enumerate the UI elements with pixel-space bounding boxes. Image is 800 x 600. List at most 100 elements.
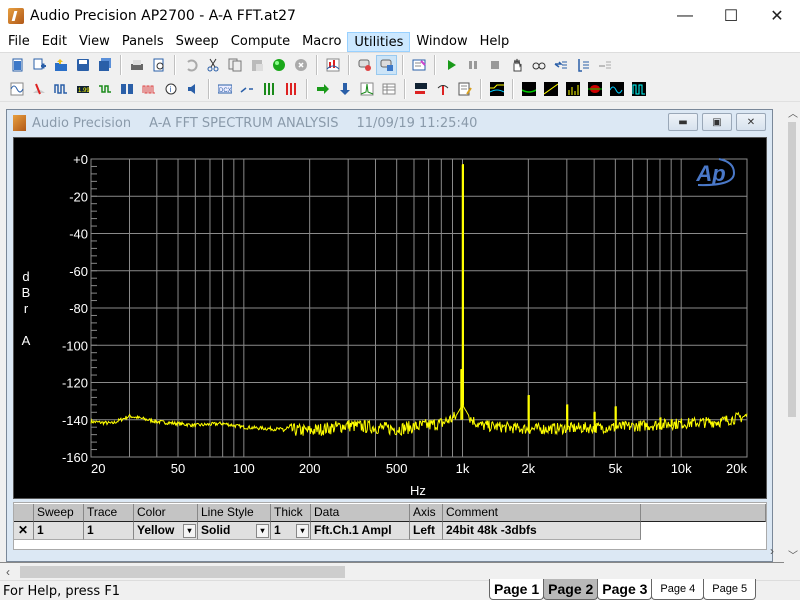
menu-compute[interactable]: Compute bbox=[225, 32, 296, 52]
print-button[interactable] bbox=[126, 55, 147, 75]
horizontal-scrollbar[interactable]: ‹ › bbox=[0, 544, 784, 579]
open-folder-button[interactable] bbox=[50, 55, 71, 75]
stop-button[interactable] bbox=[484, 55, 505, 75]
legend-header-thick[interactable]: Thick bbox=[271, 504, 311, 522]
save-button[interactable] bbox=[72, 55, 93, 75]
graph-window-titlebar[interactable]: Audio Precision A-A FFT SPECTRUM ANALYSI… bbox=[7, 110, 772, 136]
page-tab-3[interactable]: Page 3 bbox=[597, 579, 653, 600]
legend-thick[interactable]: 1 ▾ bbox=[271, 522, 311, 540]
legend-header-blank[interactable] bbox=[14, 504, 34, 522]
menu-view[interactable]: View bbox=[73, 32, 116, 52]
switcher-button[interactable] bbox=[236, 79, 257, 99]
child-minimize-button[interactable]: ▬ bbox=[668, 113, 698, 131]
legend-header-comment[interactable]: Comment bbox=[443, 504, 641, 522]
table-grid-button[interactable] bbox=[378, 79, 399, 99]
graph-6-button[interactable] bbox=[606, 79, 627, 99]
close-button[interactable]: ✕ bbox=[754, 0, 800, 31]
graph-5-button[interactable] bbox=[584, 79, 605, 99]
line-style-dropdown-icon[interactable]: ▾ bbox=[256, 524, 269, 538]
new-plus-button[interactable] bbox=[28, 55, 49, 75]
antenna-button[interactable] bbox=[432, 79, 453, 99]
legend-header-axis[interactable]: Axis bbox=[410, 504, 443, 522]
menu-panels[interactable]: Panels bbox=[116, 32, 170, 52]
save-all-button[interactable] bbox=[94, 55, 115, 75]
dcx-button[interactable]: DCX bbox=[214, 79, 235, 99]
bursts-button[interactable] bbox=[138, 79, 159, 99]
arrow-down-button[interactable] bbox=[334, 79, 355, 99]
graph-bar-button[interactable] bbox=[322, 55, 343, 75]
menu-window[interactable]: Window bbox=[410, 32, 473, 52]
legend-comment[interactable]: 24bit 48k -3dbfs bbox=[443, 522, 641, 540]
editor-button[interactable] bbox=[454, 79, 475, 99]
digital-meter-button[interactable]: 1.99 bbox=[72, 79, 93, 99]
menu-sweep[interactable]: Sweep bbox=[170, 32, 225, 52]
glasses-button[interactable] bbox=[528, 55, 549, 75]
bubble-record-button[interactable] bbox=[354, 55, 375, 75]
menu-edit[interactable]: Edit bbox=[36, 32, 73, 52]
trace-enable-checkbox[interactable]: ✕ bbox=[14, 522, 34, 540]
graph-3-button[interactable] bbox=[540, 79, 561, 99]
graph-7-button[interactable] bbox=[628, 79, 649, 99]
analyzer-sine-button[interactable] bbox=[6, 79, 27, 99]
scroll-left-icon[interactable]: ‹ bbox=[6, 565, 10, 579]
legend-trace[interactable]: 1 bbox=[84, 522, 134, 540]
page-tab-5[interactable]: Page 5 bbox=[703, 579, 757, 600]
meter-needle-button[interactable] bbox=[28, 79, 49, 99]
speaker-button[interactable] bbox=[182, 79, 203, 99]
bit-wave-button[interactable] bbox=[94, 79, 115, 99]
pause-button[interactable] bbox=[462, 55, 483, 75]
copy-button[interactable] bbox=[224, 55, 245, 75]
level-meter-button[interactable] bbox=[410, 79, 431, 99]
color-dropdown-icon[interactable]: ▾ bbox=[183, 524, 196, 538]
legend-line-style[interactable]: Solid ▾ bbox=[198, 522, 271, 540]
legend-header-color[interactable]: Color bbox=[134, 504, 198, 522]
graph-2-button[interactable] bbox=[518, 79, 539, 99]
horizontal-scroll-thumb[interactable] bbox=[20, 566, 345, 578]
arrow-right-button[interactable] bbox=[312, 79, 333, 99]
page-tab-1[interactable]: Page 1 bbox=[489, 579, 545, 600]
scroll-down-icon[interactable]: ﹀ bbox=[788, 547, 798, 562]
vertical-scrollbar[interactable]: ︿ ﹀ bbox=[784, 102, 800, 562]
undo-button[interactable] bbox=[180, 55, 201, 75]
legend-data[interactable]: Fft.Ch.1 Ampl bbox=[311, 522, 410, 540]
legend-header-data[interactable]: Data bbox=[311, 504, 410, 522]
maximize-button[interactable]: ☐ bbox=[708, 0, 754, 31]
info-gen-button[interactable]: i bbox=[160, 79, 181, 99]
vertical-scroll-thumb[interactable] bbox=[788, 122, 796, 417]
legend-header-line-style[interactable]: Line Style bbox=[198, 504, 271, 522]
play-button[interactable] bbox=[440, 55, 461, 75]
page-tab-2[interactable]: Page 2 bbox=[543, 579, 599, 600]
step-out-button[interactable] bbox=[594, 55, 615, 75]
minimize-button[interactable]: — bbox=[662, 0, 708, 31]
dual-box-button[interactable] bbox=[116, 79, 137, 99]
eq-in-button[interactable] bbox=[258, 79, 279, 99]
graph-peak-button[interactable] bbox=[356, 79, 377, 99]
page-tab-4[interactable]: Page 4 bbox=[651, 579, 705, 600]
legend-color[interactable]: Yellow ▾ bbox=[134, 522, 198, 540]
thick-dropdown-icon[interactable]: ▾ bbox=[296, 524, 309, 538]
menu-utilities[interactable]: Utilities bbox=[347, 31, 411, 52]
legend-header-sweep[interactable]: Sweep bbox=[34, 504, 84, 522]
eq-out-button[interactable] bbox=[280, 79, 301, 99]
hand-button[interactable] bbox=[506, 55, 527, 75]
legend-sweep[interactable]: 1 bbox=[34, 522, 84, 540]
bubble-panel-button[interactable] bbox=[376, 55, 397, 75]
scroll-up-icon[interactable]: ︿ bbox=[788, 105, 798, 120]
legend-header-blank[interactable] bbox=[641, 504, 766, 522]
legend-header-trace[interactable]: Trace bbox=[84, 504, 134, 522]
legend-axis[interactable]: Left bbox=[410, 522, 443, 540]
graph-4-button[interactable] bbox=[562, 79, 583, 99]
graph-1-button[interactable] bbox=[486, 79, 507, 99]
square-wave-button[interactable] bbox=[50, 79, 71, 99]
step-bracket-button[interactable] bbox=[572, 55, 593, 75]
menu-macro[interactable]: Macro bbox=[296, 32, 347, 52]
child-restore-button[interactable]: ▣ bbox=[702, 113, 732, 131]
paste-button[interactable] bbox=[246, 55, 267, 75]
scroll-right-icon[interactable]: › bbox=[770, 544, 774, 558]
menu-file[interactable]: File bbox=[2, 32, 36, 52]
settings-form-button[interactable] bbox=[408, 55, 429, 75]
menu-help[interactable]: Help bbox=[474, 32, 516, 52]
go-green-button[interactable] bbox=[268, 55, 289, 75]
new-file-button[interactable] bbox=[6, 55, 27, 75]
stop-gray-button[interactable] bbox=[290, 55, 311, 75]
